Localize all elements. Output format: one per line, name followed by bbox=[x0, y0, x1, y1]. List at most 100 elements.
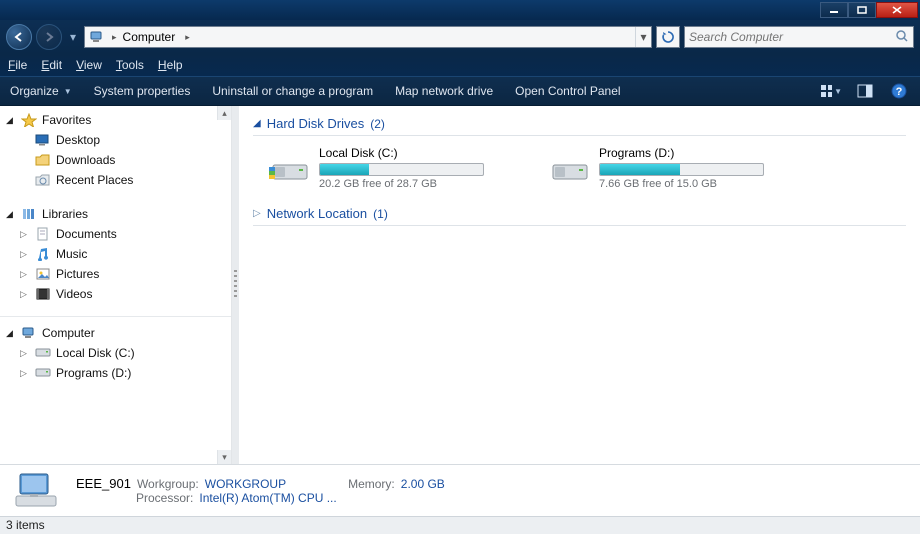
tree-item-recent[interactable]: Recent Places bbox=[0, 170, 231, 190]
drive-name: Programs (D:) bbox=[599, 146, 797, 163]
search-input[interactable] bbox=[689, 30, 895, 44]
music-icon bbox=[34, 246, 52, 262]
drive-local-disk-c[interactable]: Local Disk (C:) 20.2 GB free of 28.7 GB bbox=[269, 146, 517, 190]
tree-item-label: Local Disk (C:) bbox=[56, 346, 135, 360]
cmd-uninstall-program[interactable]: Uninstall or change a program bbox=[212, 84, 373, 98]
tree-item-label: Videos bbox=[56, 287, 92, 301]
minimize-button[interactable] bbox=[820, 2, 848, 18]
group-title: Network Location bbox=[267, 206, 367, 221]
computer-icon bbox=[20, 325, 38, 341]
computer-icon bbox=[88, 29, 106, 45]
documents-icon bbox=[34, 226, 52, 242]
group-count: (2) bbox=[370, 117, 385, 131]
collapse-icon: ◢ bbox=[253, 118, 261, 129]
tree-item-label: Pictures bbox=[56, 267, 99, 281]
tree-item-local-disk-c[interactable]: ▷ Local Disk (C:) bbox=[0, 343, 231, 363]
drive-capacity-bar bbox=[599, 163, 764, 176]
folder-icon bbox=[34, 152, 52, 168]
cmd-organize[interactable]: Organize▼ bbox=[10, 84, 72, 98]
back-button[interactable] bbox=[6, 24, 32, 50]
forward-button[interactable] bbox=[36, 24, 62, 50]
tree-item-label: Music bbox=[56, 247, 87, 261]
address-dropdown[interactable]: ▾ bbox=[635, 27, 651, 47]
content-pane: ◢ Hard Disk Drives (2) Local Disk (C:) 2… bbox=[239, 106, 920, 464]
expand-icon: ▷ bbox=[253, 208, 261, 219]
details-computer-name: EEE_901 bbox=[76, 476, 131, 491]
tree-favorites[interactable]: ◢ Favorites bbox=[0, 110, 231, 130]
menu-help[interactable]: Help bbox=[158, 58, 183, 72]
breadcrumb-arrow[interactable]: ▸ bbox=[181, 32, 194, 43]
tree-computer[interactable]: ◢ Computer bbox=[0, 323, 231, 343]
group-hard-disk-drives[interactable]: ◢ Hard Disk Drives (2) bbox=[253, 112, 906, 136]
maximize-button[interactable] bbox=[848, 2, 876, 18]
videos-icon bbox=[34, 286, 52, 302]
details-workgroup-value: WORKGROUP bbox=[205, 477, 286, 491]
star-icon bbox=[20, 112, 38, 128]
tree-item-programs-d[interactable]: ▷Programs (D:) bbox=[0, 363, 231, 383]
tree-item-videos[interactable]: ▷ Videos bbox=[0, 284, 231, 304]
details-processor-label: Processor: bbox=[136, 491, 193, 505]
drive-free-text: 20.2 GB free of 28.7 GB bbox=[319, 176, 517, 190]
tree-item-label: Documents bbox=[56, 227, 117, 241]
details-processor-value: Intel(R) Atom(TM) CPU ... bbox=[199, 491, 336, 505]
expand-icon: ▷ bbox=[20, 229, 30, 240]
history-dropdown[interactable]: ▾ bbox=[66, 27, 80, 47]
breadcrumb-root-arrow[interactable]: ▸ bbox=[108, 32, 121, 43]
view-mode-button[interactable]: ▼ bbox=[820, 83, 842, 99]
drive-capacity-bar bbox=[319, 163, 484, 176]
tree-item-label: Downloads bbox=[56, 153, 115, 167]
search-box[interactable] bbox=[684, 26, 914, 48]
tree-item-label: Desktop bbox=[56, 133, 100, 147]
drive-programs-d[interactable]: Programs (D:) 7.66 GB free of 15.0 GB bbox=[549, 146, 797, 190]
breadcrumb-computer[interactable]: Computer bbox=[121, 27, 182, 47]
group-network-location[interactable]: ▷ Network Location (1) bbox=[253, 202, 906, 226]
close-button[interactable] bbox=[876, 2, 918, 18]
menu-view[interactable]: View bbox=[76, 58, 102, 72]
tree-item-documents[interactable]: ▷ Documents bbox=[0, 224, 231, 244]
address-bar[interactable]: ▸ Computer ▸ ▾ bbox=[84, 26, 652, 48]
cmd-map-network-drive[interactable]: Map network drive bbox=[395, 84, 493, 98]
sidebar-scroll-down[interactable]: ▾ bbox=[217, 450, 231, 464]
collapse-icon: ◢ bbox=[6, 209, 16, 220]
cmd-system-properties[interactable]: System properties bbox=[94, 84, 191, 98]
tree-favorites-label: Favorites bbox=[42, 113, 91, 127]
drive-icon bbox=[34, 365, 52, 381]
cmd-organize-label: Organize bbox=[10, 84, 59, 98]
navbar: ▾ ▸ Computer ▸ ▾ bbox=[0, 20, 920, 54]
preview-pane-button[interactable] bbox=[854, 83, 876, 99]
sidebar-scroll-up[interactable]: ▴ bbox=[217, 106, 231, 120]
collapse-icon: ◢ bbox=[6, 115, 16, 126]
desktop-icon bbox=[34, 132, 52, 148]
details-memory-value: 2.00 GB bbox=[401, 477, 445, 491]
tree-computer-label: Computer bbox=[42, 326, 95, 340]
details-workgroup-label: Workgroup: bbox=[137, 477, 199, 491]
tree-item-music[interactable]: ▷Music bbox=[0, 244, 231, 264]
expand-icon: ▷ bbox=[20, 289, 30, 300]
expand-icon: ▷ bbox=[20, 348, 30, 359]
tree-item-desktop[interactable]: Desktop bbox=[0, 130, 231, 150]
menu-edit[interactable]: Edit bbox=[41, 58, 62, 72]
tree-item-downloads[interactable]: Downloads bbox=[0, 150, 231, 170]
sidebar-resize-handle[interactable] bbox=[232, 106, 239, 464]
collapse-icon: ◢ bbox=[6, 328, 16, 339]
status-bar: 3 items bbox=[0, 516, 920, 534]
menu-tools[interactable]: Tools bbox=[116, 58, 144, 72]
body: ▴ ▾ ◢ Favorites Desktop Downloads Recent… bbox=[0, 106, 920, 464]
cmd-open-control-panel[interactable]: Open Control Panel bbox=[515, 84, 620, 98]
command-bar: Organize▼ System properties Uninstall or… bbox=[0, 76, 920, 106]
refresh-button[interactable] bbox=[656, 26, 680, 48]
tree-item-pictures[interactable]: ▷Pictures bbox=[0, 264, 231, 284]
group-count: (1) bbox=[373, 207, 388, 221]
drive-name: Local Disk (C:) bbox=[319, 146, 517, 163]
status-text: 3 items bbox=[6, 518, 45, 532]
expand-icon: ▷ bbox=[20, 368, 30, 379]
tree-libraries[interactable]: ◢ Libraries bbox=[0, 204, 231, 224]
help-button[interactable]: ? bbox=[888, 83, 910, 99]
menu-file[interactable]: File bbox=[8, 58, 27, 72]
drive-icon bbox=[269, 151, 311, 185]
drive-free-text: 7.66 GB free of 15.0 GB bbox=[599, 176, 797, 190]
details-pane: EEE_901Workgroup:WORKGROUPMemory:2.00 GB… bbox=[0, 464, 920, 516]
navigation-pane: ▴ ▾ ◢ Favorites Desktop Downloads Recent… bbox=[0, 106, 232, 464]
menu-bar: File Edit View Tools Help bbox=[0, 54, 920, 76]
drive-icon bbox=[34, 345, 52, 361]
